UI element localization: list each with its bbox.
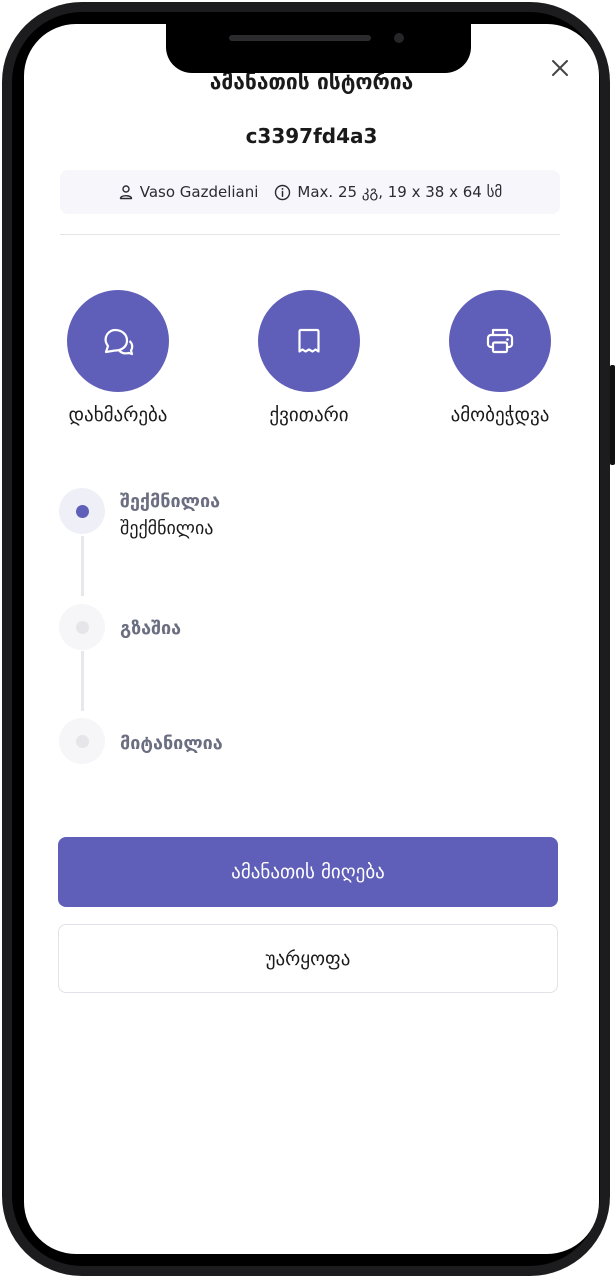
step-created-title: შექმნილია bbox=[120, 491, 221, 512]
camera bbox=[394, 33, 404, 43]
step-delivered-title: მიტანილია bbox=[120, 733, 223, 754]
parcel-code: c3397fd4a3 bbox=[245, 124, 378, 148]
recipient-info: Vaso Gazdeliani bbox=[118, 183, 259, 201]
user-icon bbox=[119, 185, 132, 200]
step-in-transit-dot bbox=[59, 604, 105, 650]
reject-button[interactable]: უარყოფა bbox=[58, 924, 558, 993]
step-created-subtitle: შექმნილია bbox=[120, 518, 214, 539]
step-in-transit-title: გზაშია bbox=[120, 618, 182, 639]
receipt-button[interactable] bbox=[258, 290, 360, 392]
size-limits: Max. 25 კგ, 19 x 38 x 64 სმ bbox=[297, 183, 503, 201]
side-button bbox=[610, 365, 615, 465]
close-icon bbox=[552, 60, 568, 76]
info-box: Vaso Gazdeliani Max. 25 კგ, 19 x 38 x 64… bbox=[60, 170, 560, 214]
notch bbox=[166, 24, 471, 73]
receipt-label: ქვითარი bbox=[269, 404, 349, 426]
close-button[interactable] bbox=[548, 56, 572, 80]
step-created-dot bbox=[59, 488, 105, 534]
screen: ამანათის ისტორია c3397fd4a3 Vaso Gazdeli… bbox=[24, 24, 599, 1254]
help-label: დახმარება bbox=[68, 404, 168, 426]
print-button[interactable] bbox=[449, 290, 551, 392]
divider bbox=[60, 234, 560, 235]
help-button[interactable] bbox=[67, 290, 169, 392]
limits-info: Max. 25 კგ, 19 x 38 x 64 სმ bbox=[274, 183, 502, 201]
receipt-action[interactable]: ქვითარი bbox=[234, 290, 384, 426]
chat-bubbles-icon bbox=[104, 328, 134, 356]
accept-parcel-button[interactable]: ამანათის მიღება bbox=[58, 837, 558, 907]
help-action[interactable]: დახმარება bbox=[43, 290, 193, 426]
print-action[interactable]: ამობეჭდვა bbox=[425, 290, 575, 426]
modal-title: ამანათის ისტორია bbox=[209, 70, 414, 94]
speaker bbox=[229, 35, 371, 41]
recipient-name: Vaso Gazdeliani bbox=[139, 183, 259, 201]
info-icon bbox=[275, 184, 291, 200]
timeline-connector bbox=[81, 536, 84, 596]
printer-icon bbox=[486, 328, 514, 354]
step-delivered-dot bbox=[59, 718, 105, 764]
print-label: ამობეჭდვა bbox=[450, 404, 550, 426]
receipt-icon bbox=[298, 328, 320, 353]
timeline-connector bbox=[81, 651, 84, 711]
